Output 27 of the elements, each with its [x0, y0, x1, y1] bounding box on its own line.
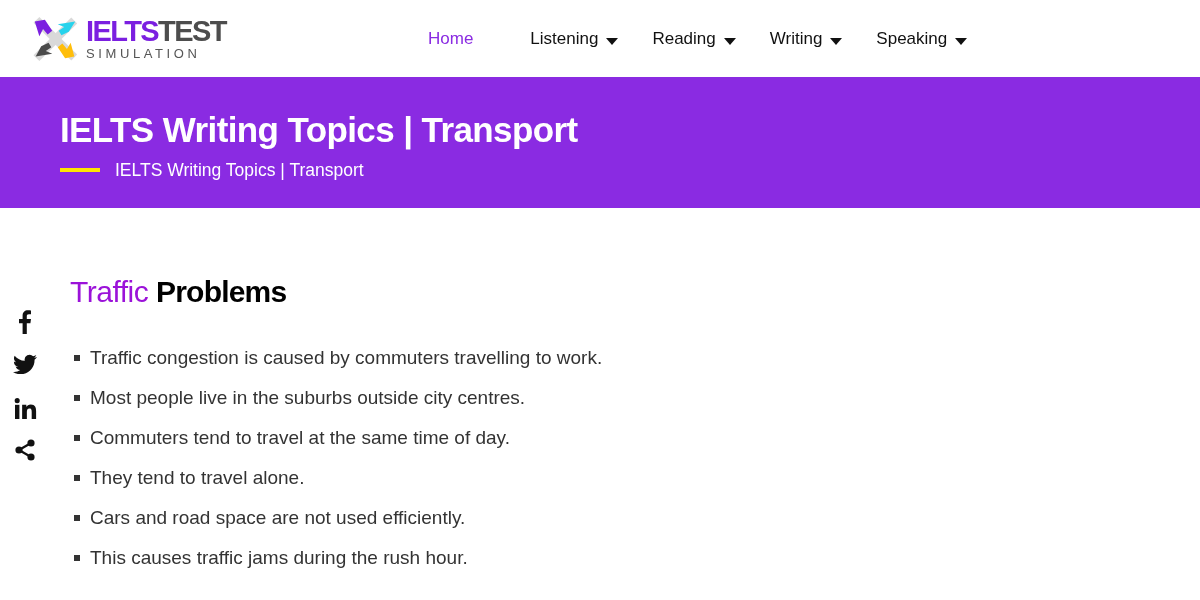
list-item-text: Cars and road space are not used efficiently. [90, 506, 466, 530]
list-item-text: They tend to travel alone. [90, 466, 305, 490]
nav-link[interactable]: Speaking [876, 24, 968, 53]
nav-link[interactable]: Listening [530, 24, 619, 53]
list-item-text: Traffic congestion is caused by commuters travelling to work. [90, 346, 603, 370]
brand-tagline: SIMULATION [86, 46, 202, 61]
accent-bar [60, 168, 100, 172]
bullet-icon [74, 355, 80, 361]
nav-link[interactable]: Home [428, 24, 474, 53]
share-icon[interactable] [14, 439, 36, 461]
section-heading: Traffic Problems [70, 274, 288, 310]
breadcrumb-text: IELTS Writing Topics | Transport [115, 159, 364, 182]
linkedin-icon[interactable] [13, 398, 37, 419]
bullet-icon [74, 435, 80, 441]
brand-name: IELTSTEST [86, 16, 226, 46]
bullet-icon [74, 475, 80, 481]
nav-link[interactable]: Writing [769, 24, 843, 53]
list-item-text: Commuters tend to travel at the same time of day. [90, 426, 510, 450]
facebook-icon[interactable] [19, 310, 31, 334]
bullet-icon [74, 515, 80, 521]
bullet-icon [74, 395, 80, 401]
list-item-text: This causes traffic jams during the rush hour. [90, 546, 468, 570]
nav-link[interactable]: Reading [652, 24, 736, 53]
list-item-text: Most people live in the suburbs outside city centres. [90, 386, 526, 410]
twitter-bird-icon[interactable] [13, 354, 37, 374]
bullet-icon [74, 555, 80, 561]
page-title: IELTS Writing Topics | Transport [60, 109, 579, 152]
